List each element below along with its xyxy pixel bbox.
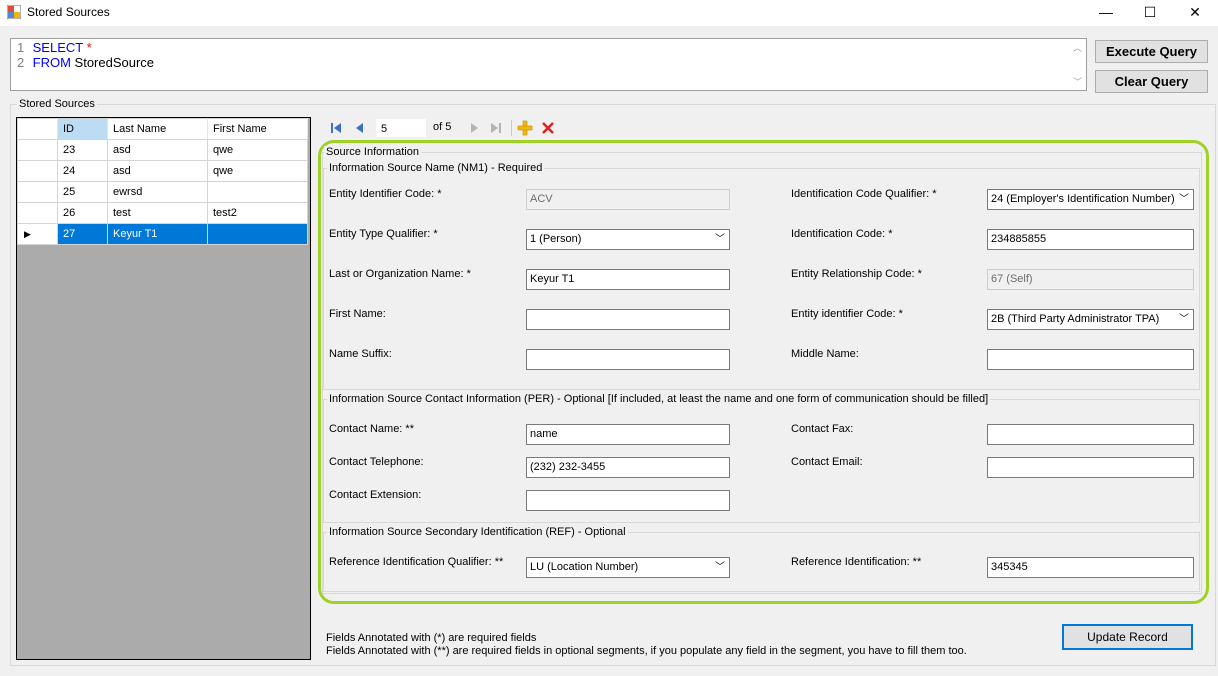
contact-email-label: Contact Email: [791, 456, 863, 468]
contact-fax-label: Contact Fax: [791, 423, 854, 435]
chevron-down-icon: ﹀ [1179, 194, 1189, 205]
maximize-icon: ☐ [1143, 4, 1157, 20]
row-header[interactable] [17, 139, 58, 161]
query-line-1: 1 SELECT * [17, 40, 92, 55]
name-suffix-label: Name Suffix: [329, 348, 392, 360]
optional-required-note: Fields Annotated with (**) are required … [326, 645, 967, 657]
records-grid[interactable]: ID Last Name First Name 23 asd qwe 24 as… [16, 117, 311, 660]
scroll-up-icon[interactable]: ︿ [1073, 41, 1082, 54]
ref-qualifier-select[interactable]: LU (Location Number) ﹀ [526, 557, 730, 578]
identification-code-label: Identification Code: * [791, 228, 893, 240]
contact-fax-field[interactable] [987, 424, 1194, 445]
contact-email-field[interactable] [987, 457, 1194, 478]
table-row[interactable]: 25 ewrsd [17, 181, 308, 203]
last-org-name-field[interactable]: Keyur T1 [526, 269, 730, 290]
column-header-id[interactable]: ID [57, 118, 108, 140]
app-icon [7, 5, 21, 19]
id-code-qualifier-select[interactable]: 24 (Employer's Identification Number) ﹀ [987, 189, 1194, 210]
source-information-label: Source Information [324, 146, 421, 158]
chevron-down-icon: ﹀ [715, 234, 725, 245]
chevron-down-icon: ﹀ [715, 562, 725, 573]
ref-id-field[interactable]: 345345 [987, 557, 1194, 578]
entity-type-qualifier-select[interactable]: 1 (Person) ﹀ [526, 229, 730, 250]
add-new-icon[interactable] [517, 120, 533, 136]
identification-code-field[interactable]: 234885855 [987, 229, 1194, 250]
close-button[interactable]: ✕ [1172, 0, 1218, 26]
move-first-icon[interactable] [328, 120, 344, 136]
last-org-name-label: Last or Organization Name: * [329, 268, 471, 280]
contact-telephone-label: Contact Telephone: [329, 456, 424, 468]
current-row-arrow-icon[interactable]: ▶ [17, 223, 58, 245]
required-note: Fields Annotated with (*) are required f… [326, 632, 537, 644]
entity-identifier-code-field: ACV [526, 189, 730, 210]
middle-name-field[interactable] [987, 349, 1194, 370]
query-scrollbar[interactable]: ︿ ﹀ [1070, 39, 1086, 90]
entity-relationship-field: 67 (Self) [987, 269, 1194, 290]
entity-type-qualifier-label: Entity Type Qualifier: * [329, 228, 438, 240]
window-title: Stored Sources [27, 5, 110, 19]
contact-telephone-field[interactable]: (232) 232-3455 [526, 457, 730, 478]
row-header[interactable] [17, 202, 58, 224]
binding-navigator: 5 of 5 [318, 117, 568, 139]
row-header[interactable] [17, 160, 58, 182]
table-row-selected[interactable]: ▶ 27 Keyur T1 [17, 223, 308, 245]
chevron-down-icon: ﹀ [1179, 314, 1189, 325]
contact-extension-label: Contact Extension: [329, 489, 422, 501]
entity-identifier-code-label: Entity Identifier Code: * [329, 188, 442, 200]
stored-sources-label: Stored Sources [17, 98, 97, 110]
entity-relationship-label: Entity Relationship Code: * [791, 268, 922, 280]
close-icon: ✕ [1189, 4, 1201, 20]
delete-icon[interactable] [540, 120, 556, 136]
table-row[interactable]: 26 test test2 [17, 202, 308, 224]
sql-keyword: FROM [32, 55, 71, 70]
entity-identifier-code2-select[interactable]: 2B (Third Party Administrator TPA) ﹀ [987, 309, 1194, 330]
row-header[interactable] [17, 181, 58, 203]
column-header-first-name[interactable]: First Name [207, 118, 308, 140]
query-editor[interactable]: 1 SELECT * 2 FROM StoredSource ︿ ﹀ [10, 38, 1087, 91]
contact-extension-field[interactable] [526, 490, 730, 511]
table-row[interactable]: 23 asd qwe [17, 139, 308, 161]
contact-name-label: Contact Name: ** [329, 423, 414, 435]
toolbar-separator [511, 120, 512, 136]
grid-header-row: ID Last Name First Name [17, 118, 308, 140]
title-bar [0, 0, 1218, 26]
execute-query-button[interactable]: Execute Query [1095, 40, 1208, 63]
entity-identifier-code2-label: Entity identifier Code: * [791, 308, 903, 320]
ref-qualifier-label: Reference Identification Qualifier: ** [329, 556, 504, 568]
table-row[interactable]: 24 asd qwe [17, 160, 308, 182]
sql-keyword: SELECT [32, 40, 83, 55]
maximize-button[interactable]: ☐ [1127, 0, 1173, 26]
id-code-qualifier-label: Identification Code Qualifier: * [791, 188, 937, 200]
per-group-label: Information Source Contact Information (… [327, 393, 991, 405]
minimize-button[interactable]: — [1083, 0, 1129, 26]
move-previous-icon[interactable] [352, 120, 368, 136]
column-header-last-name[interactable]: Last Name [107, 118, 208, 140]
move-next-icon[interactable] [466, 120, 482, 136]
position-input[interactable]: 5 [376, 119, 426, 137]
first-name-field[interactable] [526, 309, 730, 330]
clear-query-button[interactable]: Clear Query [1095, 70, 1208, 93]
nm1-group-label: Information Source Name (NM1) - Required [327, 162, 545, 174]
name-suffix-field[interactable] [526, 349, 730, 370]
record-count: of 5 [433, 121, 452, 133]
first-name-label: First Name: [329, 308, 386, 320]
minimize-icon: — [1099, 4, 1113, 20]
query-line-2: 2 FROM StoredSource [17, 55, 155, 70]
contact-name-field[interactable]: name [526, 424, 730, 445]
ref-id-label: Reference Identification: ** [791, 556, 922, 568]
scroll-down-icon[interactable]: ﹀ [1073, 75, 1082, 88]
move-last-icon[interactable] [488, 120, 504, 136]
middle-name-label: Middle Name: [791, 348, 859, 360]
update-record-button[interactable]: Update Record [1062, 624, 1193, 650]
ref-group-label: Information Source Secondary Identificat… [327, 526, 628, 538]
